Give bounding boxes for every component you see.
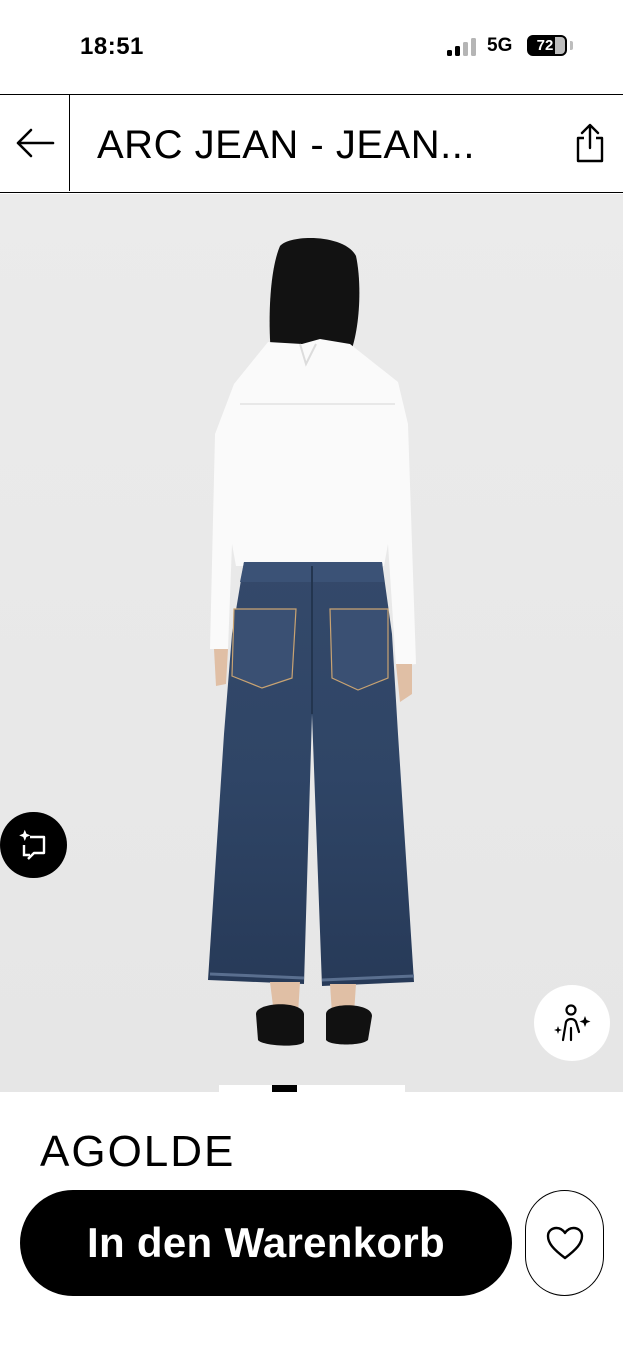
heart-icon — [546, 1226, 583, 1260]
battery-cap — [570, 41, 573, 50]
product-header: ARC JEAN - JEAN... — [0, 94, 623, 193]
wishlist-button[interactable] — [525, 1190, 604, 1296]
add-to-cart-label: In den Warenkorb — [87, 1219, 445, 1266]
network-type: 5G — [487, 35, 513, 56]
bottom-action-bar: In den Warenkorb — [0, 1168, 623, 1350]
product-brand[interactable]: AGOLDE — [40, 1128, 235, 1168]
crop-sparkle-icon — [18, 829, 45, 860]
virtual-tryon-button[interactable] — [534, 985, 610, 1061]
person-sparkle-icon — [554, 1004, 591, 1042]
battery-level: 72 — [536, 37, 554, 54]
back-button[interactable] — [0, 95, 70, 191]
add-to-cart-button[interactable]: In den Warenkorb — [20, 1190, 512, 1296]
product-image[interactable] — [0, 194, 623, 1092]
product-photo — [0, 194, 623, 1092]
page-title: ARC JEAN - JEAN... — [97, 123, 475, 167]
share-button[interactable] — [570, 122, 610, 164]
status-bar: 18:51 5G 72 — [0, 0, 623, 94]
share-icon — [576, 123, 604, 163]
status-time: 18:51 — [80, 33, 144, 60]
battery-icon: 72 — [527, 35, 567, 56]
arrow-left-icon — [16, 128, 54, 158]
signal-icon — [447, 38, 479, 56]
carousel-indicator — [219, 1085, 405, 1092]
carousel-indicator-active — [272, 1085, 297, 1092]
compare-button[interactable] — [0, 812, 67, 878]
